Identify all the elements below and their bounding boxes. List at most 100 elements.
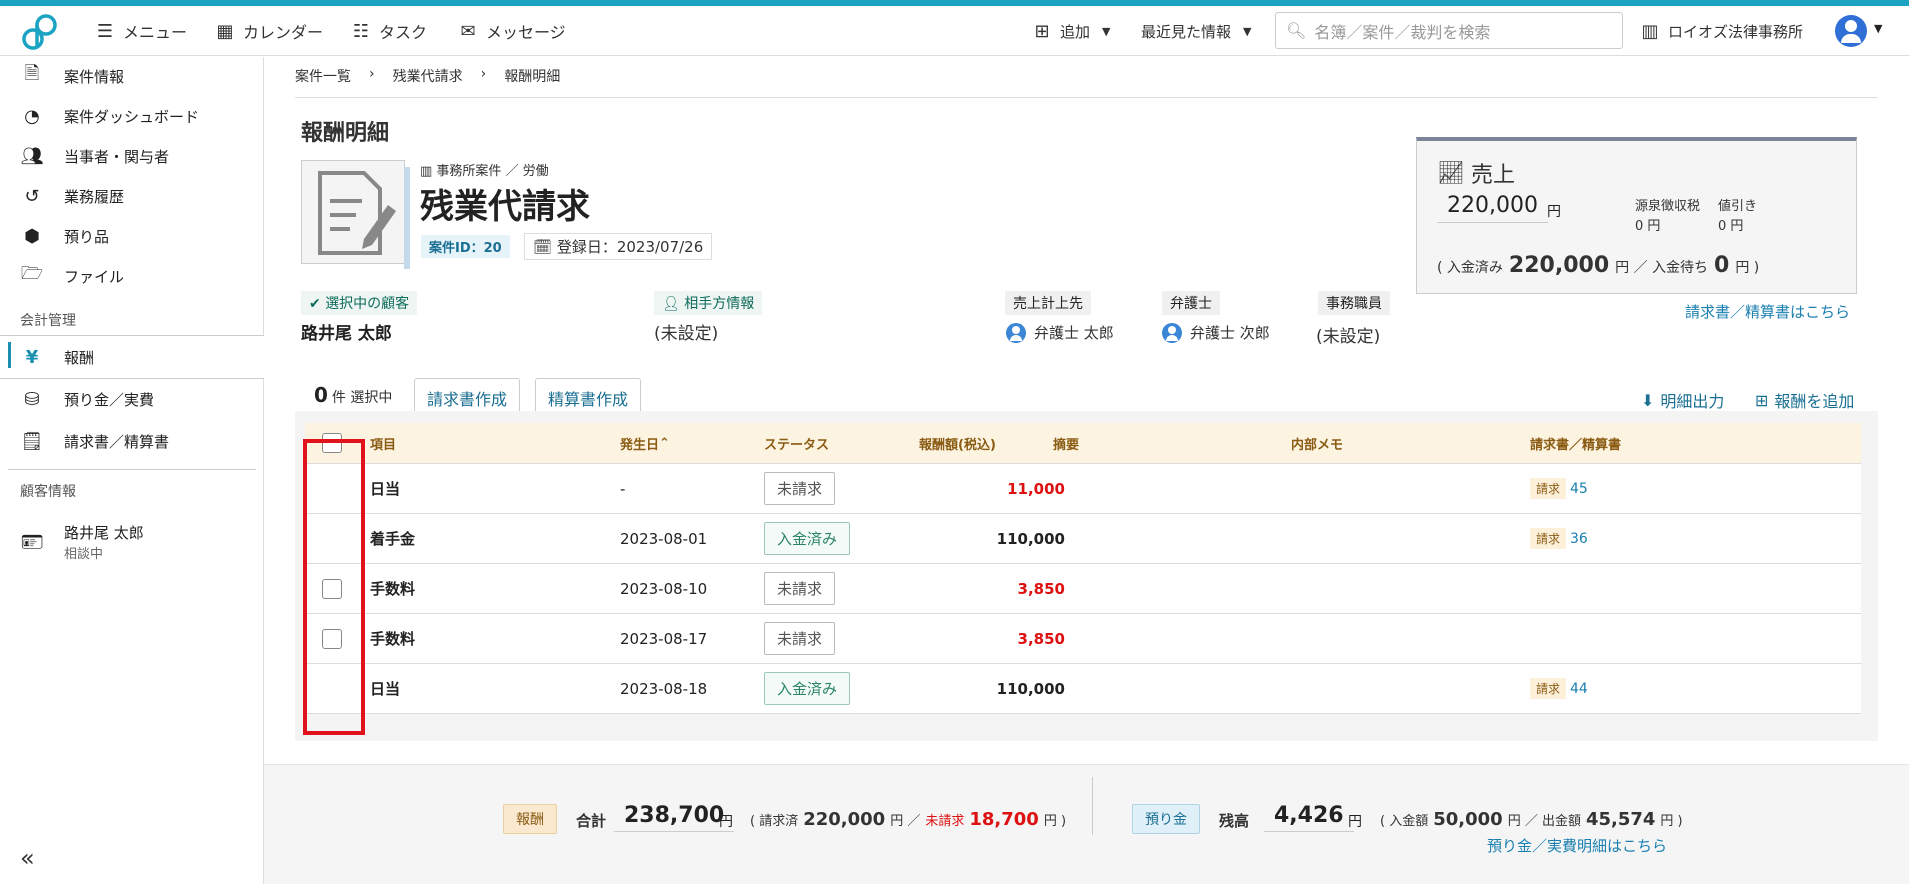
sidebar-item-files[interactable]: 🗁︎ ファイル [0, 257, 264, 295]
divider [1092, 777, 1093, 835]
selected-label: 件 選択中 [331, 390, 393, 406]
table-row[interactable]: 着手金 2023-08-01 入金済み 110,000 請求 36 [305, 514, 1861, 564]
header-invoice: 請求書／精算書 [1530, 437, 1622, 453]
breadcrumb-case-list[interactable]: 案件一覧 [295, 66, 351, 86]
message-button[interactable]: ✉ メッセージ [458, 6, 566, 56]
sales-summary-card: 📈︎ 売上 220,000 円 源泉徴収税 0 円 値引き 0 円 ( 入金済み… [1416, 137, 1857, 294]
message-label: メッセージ [486, 23, 566, 42]
total-amount: 238,700 [614, 803, 735, 832]
chevron-down-icon[interactable]: ▼ [1874, 22, 1882, 35]
history-icon: ↺ [24, 185, 40, 207]
sidebar-item-invoices[interactable]: 🗒︎ 請求書／精算書 [0, 422, 264, 460]
table-row[interactable]: 手数料 2023-08-17 未請求 3,850 [305, 614, 1861, 664]
sidebar-item-custody[interactable]: ⬢ 預り品 [0, 217, 264, 255]
table-header-row: 項目 発生日 ⌃ ステータス 報酬額(税込) 摘要 内部メモ 請求書／精算書 [305, 423, 1861, 464]
status-badge[interactable]: 入金済み [764, 672, 851, 705]
sidebar-item-client[interactable]: 🪪︎ 路井尾 太郎 相談中 [0, 517, 264, 567]
header-amount[interactable]: 報酬額(税込) [919, 423, 996, 463]
client-status: 相談中 [64, 547, 104, 562]
deposit-detail-link[interactable]: 預り金／実費明細はこちら [1487, 835, 1667, 856]
menu-button[interactable]: ☰ メニュー [95, 6, 187, 56]
add-fee-button[interactable]: ⊞ 報酬を追加 [1755, 388, 1854, 412]
sales-amount: 220,000 [1437, 193, 1548, 223]
search-icon: 🔍︎ [1286, 21, 1307, 40]
breadcrumb-case[interactable]: 残業代請求 [393, 66, 463, 86]
total-unit: 円 [719, 814, 733, 830]
search-input[interactable]: 🔍︎ 名簿／案件／裁判を検索 [1275, 12, 1623, 49]
chevron-right-icon: › [480, 66, 487, 82]
status-badge[interactable]: 入金済み [764, 522, 851, 555]
sales-unit: 円 [1547, 204, 1561, 220]
header-status[interactable]: ステータス [764, 423, 829, 463]
billed-breakdown: ( 請求済 220,000 円 ／ 未請求 18,700 円 ) [750, 809, 1066, 830]
client-name-value[interactable]: 路井尾 太郎 [301, 319, 392, 344]
fee-table-container: 項目 発生日 ⌃ ステータス 報酬額(税込) 摘要 内部メモ 請求書／精算書 日… [295, 411, 1878, 741]
sidebar-item-dashboard[interactable]: ◔ 案件ダッシュボード [0, 97, 264, 135]
invoice-link[interactable]: 請求書／精算書はこちら [1685, 301, 1850, 322]
user-icon: 👤︎ [662, 296, 685, 312]
client-name: 路井尾 太郎 [64, 524, 144, 542]
sidebar-item-history[interactable]: ↺ 業務履歴 [0, 177, 264, 215]
box-icon: ⬢ [24, 225, 40, 247]
case-id-badge: 案件ID：20 [421, 235, 510, 258]
case-title: 残業代請求 [420, 187, 590, 227]
case-registered-date: 🗓︎ 登録日：2023/07/26 [524, 233, 713, 260]
status-badge[interactable]: 未請求 [764, 622, 836, 655]
row-amount: 3,850 [1017, 629, 1065, 648]
paid-amount: 220,000 [1508, 253, 1610, 278]
dashboard-gauge-icon: ◔ [24, 105, 40, 127]
plus-square-icon: ⊞ [1755, 390, 1769, 410]
header-memo: 内部メモ [1291, 437, 1344, 453]
discount-value: 0 円 [1718, 219, 1744, 234]
chevron-right-icon: › [369, 66, 375, 82]
table-row[interactable]: 日当 2023-08-18 入金済み 110,000 請求 44 [305, 664, 1861, 714]
header-item[interactable]: 項目 [370, 423, 396, 463]
deposit-tag: 預り金 [1132, 804, 1200, 834]
row-item: 手数料 [370, 580, 416, 598]
row-date: - [620, 479, 626, 498]
case-category-text: 事務所案件 ／ 労働 [436, 164, 549, 179]
document-icon: 🗎︎ [24, 63, 40, 84]
opponent-label: 👤︎ 相手方情報 [654, 291, 763, 315]
sidebar-item-case-info[interactable]: 🗎︎ 案件情報 [0, 57, 264, 95]
section-heading-accounting: 会計管理 [20, 313, 76, 329]
sidebar-item-parties[interactable]: 👥︎ 当事者・関与者 [0, 137, 264, 175]
row-item: 日当 [370, 680, 401, 698]
add-dropdown[interactable]: ⊞ 追加 ▼ [1032, 6, 1110, 56]
sidebar-item-deposits[interactable]: ⛁ 預り金／実費 [0, 380, 264, 418]
download-icon: ⬇ [1641, 390, 1655, 410]
sales-title-text: 売上 [1470, 163, 1515, 188]
export-button[interactable]: ⬇ 明細出力 [1641, 388, 1724, 412]
row-amount: 110,000 [996, 529, 1065, 548]
billed-prefix: ( 請求済 [750, 814, 799, 829]
status-badge[interactable]: 未請求 [764, 572, 836, 605]
user-avatar[interactable] [1835, 15, 1867, 47]
table-row[interactable]: 手数料 2023-08-10 未請求 3,850 [305, 564, 1861, 614]
collapse-sidebar-icon[interactable]: « [20, 844, 35, 872]
calendar-button[interactable]: ▦ カレンダー [215, 6, 323, 56]
pending-amount: 0 [1714, 253, 1730, 278]
deposit-breakdown: ( 入金額 50,000 円 ／ 出金額 45,574 円 ) [1380, 809, 1683, 830]
app-logo-icon[interactable] [20, 12, 60, 52]
row-date: 2023-08-10 [620, 579, 708, 598]
invoice-number-link[interactable]: 36 [1570, 531, 1588, 547]
balance-amount: 4,426 [1264, 803, 1354, 832]
export-label: 明細出力 [1660, 392, 1725, 411]
breadcrumb: 案件一覧 › 残業代請求 › 報酬明細 [295, 66, 560, 86]
recent-dropdown[interactable]: 最近見た情報 ▼ [1141, 6, 1251, 56]
header-date[interactable]: 発生日 ⌃ [620, 423, 670, 463]
task-button[interactable]: ☷ タスク [351, 6, 427, 56]
lawyer-person[interactable]: 弁護士 次郎 [1162, 322, 1270, 343]
main-content: 案件一覧 › 残業代請求 › 報酬明細 報酬明細 ▥ 事務所案件 ／ 労働 残業… [264, 57, 1909, 884]
invoice-number-link[interactable]: 44 [1570, 681, 1588, 697]
status-badge[interactable]: 未請求 [764, 472, 836, 505]
office-selector[interactable]: ▥ ロイオズ法律事務所 [1640, 6, 1803, 56]
sidebar-item-fees[interactable]: ¥ 報酬 [0, 335, 264, 379]
sales-rep-person[interactable]: 弁護士 太郎 [1006, 322, 1114, 343]
row-item: 手数料 [370, 630, 416, 648]
table-row[interactable]: 日当 - 未請求 11,000 請求 45 [305, 464, 1861, 514]
selected-client-text: 選択中の顧客 [325, 296, 410, 312]
invoice-number-link[interactable]: 45 [1570, 481, 1588, 497]
sidebar-item-label: 請求書／精算書 [64, 432, 170, 451]
chevron-down-icon: ▼ [1102, 24, 1111, 38]
